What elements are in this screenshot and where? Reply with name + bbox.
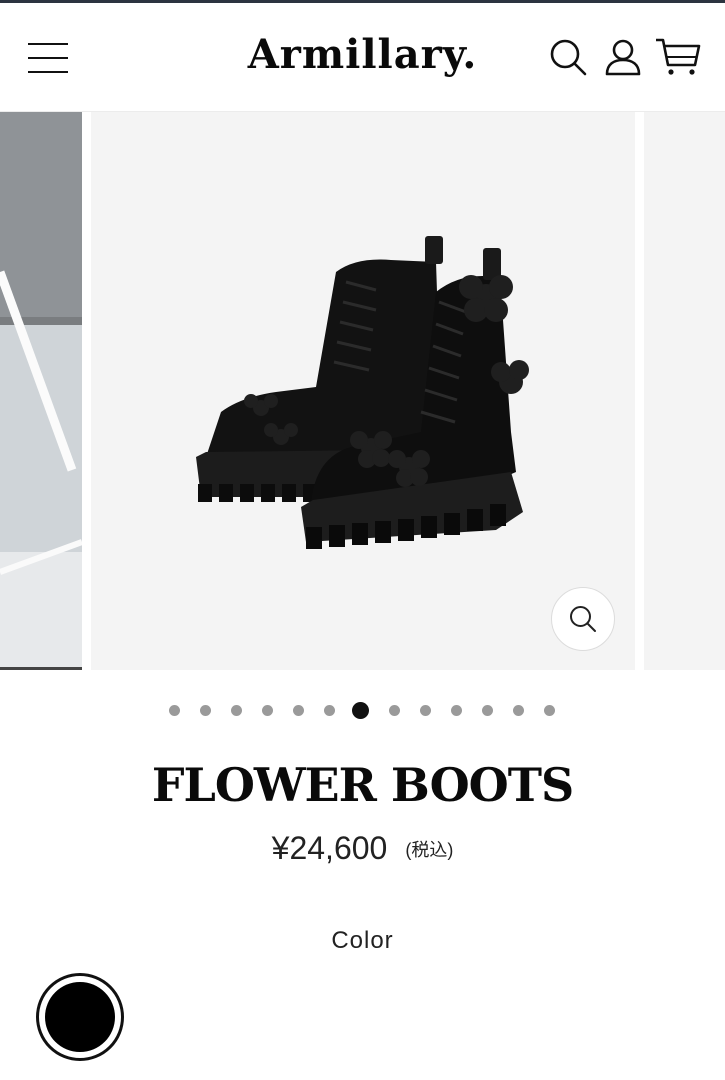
pagination-dot[interactable] <box>261 705 273 716</box>
tax-note: (税込) <box>405 840 454 860</box>
boots-image <box>196 236 529 549</box>
site-header: Armillary. <box>0 3 725 112</box>
pagination-dot[interactable] <box>419 705 431 716</box>
product-price: ¥24,600 <box>271 830 388 866</box>
previous-slide-image[interactable] <box>0 112 82 670</box>
pagination-dot-active[interactable] <box>351 702 369 719</box>
pagination-dot[interactable] <box>323 705 335 716</box>
pagination-dot[interactable] <box>388 705 400 716</box>
pagination-dot[interactable] <box>512 705 524 716</box>
user-icon <box>605 39 641 76</box>
cart-icon <box>656 38 701 75</box>
pagination-dot[interactable] <box>292 705 304 716</box>
product-price-row: ¥24,600 (税込) <box>0 830 725 867</box>
pagination-dot[interactable] <box>230 705 242 716</box>
search-icon <box>550 39 587 76</box>
account-button[interactable] <box>603 37 643 77</box>
zoom-button[interactable] <box>551 587 615 651</box>
color-swatch-fill <box>45 982 115 1052</box>
pagination-dot[interactable] <box>543 705 555 716</box>
pagination-dot[interactable] <box>168 705 180 716</box>
pagination-dot[interactable] <box>450 705 462 716</box>
search-button[interactable] <box>548 37 588 77</box>
product-image-carousel[interactable] <box>0 112 725 670</box>
pagination-dot[interactable] <box>199 705 211 716</box>
color-swatch-black[interactable] <box>36 973 124 1061</box>
color-option-label: Color <box>331 927 394 954</box>
pagination-dot[interactable] <box>481 705 493 716</box>
zoom-icon <box>570 606 596 632</box>
product-image-main[interactable] <box>91 112 635 670</box>
product-title: FLOWER BOOTS <box>151 758 574 812</box>
next-slide-image[interactable] <box>644 112 725 670</box>
carousel-pagination <box>0 700 725 722</box>
cart-button[interactable] <box>655 37 701 77</box>
